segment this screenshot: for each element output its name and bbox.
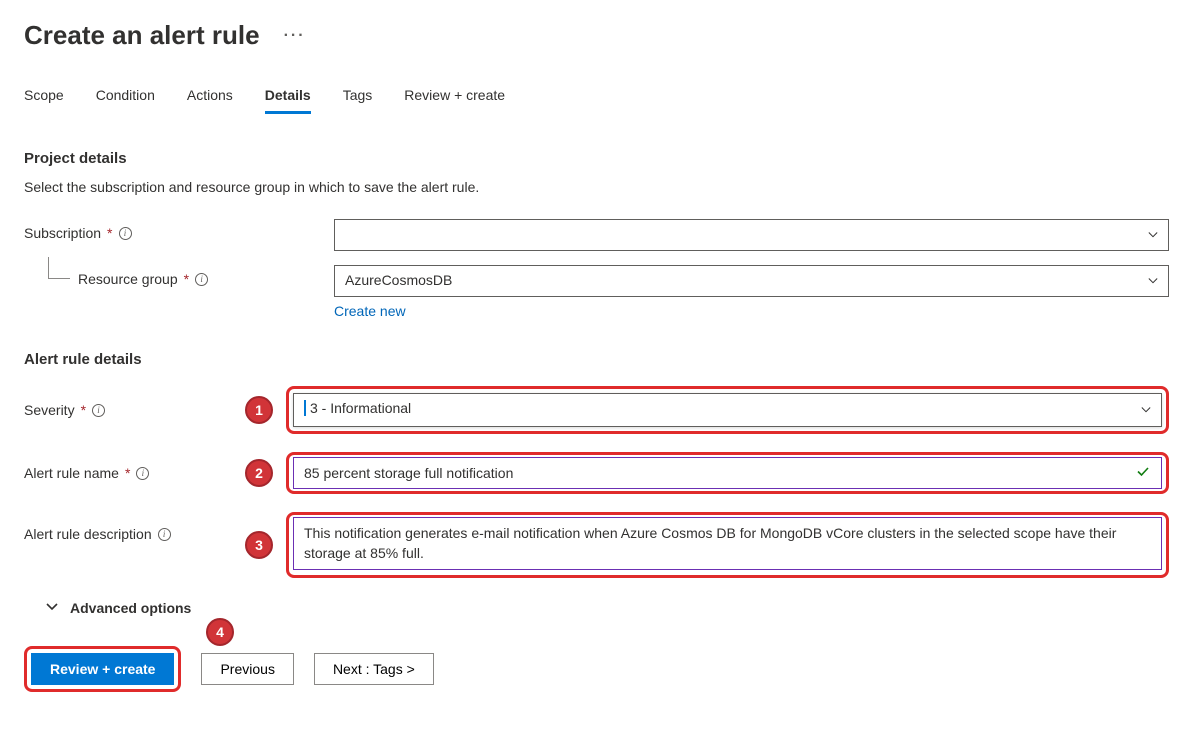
callout-badge-3: 3 [245, 531, 273, 559]
next-tags-button[interactable]: Next : Tags > [314, 653, 434, 685]
advanced-options-label: Advanced options [70, 600, 191, 616]
alert-desc-row: Alert rule description i 3 [24, 512, 1169, 578]
resource-group-row: Resource group * i AzureCosmosDB Create … [24, 265, 1169, 319]
alert-name-control-wrap: 2 [286, 452, 1169, 494]
callout-highlight-2: 2 [286, 452, 1169, 494]
callout-badge-2: 2 [245, 459, 273, 487]
info-icon[interactable]: i [158, 528, 171, 541]
required-marker: * [125, 465, 130, 481]
subscription-row: Subscription * i [24, 219, 1169, 251]
callout-badge-1: 1 [245, 396, 273, 424]
create-new-link[interactable]: Create new [334, 303, 406, 319]
alert-desc-control-wrap: 3 [286, 512, 1169, 578]
required-marker: * [81, 402, 86, 418]
info-icon[interactable]: i [195, 273, 208, 286]
severity-row: Severity * i 1 3 - Informational [24, 386, 1169, 434]
callout-badge-4: 4 [206, 618, 234, 646]
tree-connector-icon [48, 257, 70, 279]
project-details-description: Select the subscription and resource gro… [24, 179, 1169, 195]
tab-details[interactable]: Details [265, 87, 311, 114]
subscription-select-wrap [334, 219, 1169, 251]
tab-review-create[interactable]: Review + create [404, 87, 505, 114]
info-icon[interactable]: i [119, 227, 132, 240]
tab-scope[interactable]: Scope [24, 87, 64, 114]
alert-rule-details-heading: Alert rule details [24, 351, 1169, 368]
footer-bar: Review + create Previous Next : Tags > [24, 646, 1169, 692]
tab-bar: Scope Condition Actions Details Tags Rev… [24, 87, 1169, 114]
info-icon[interactable]: i [92, 404, 105, 417]
chevron-down-icon [46, 600, 58, 616]
tab-tags[interactable]: Tags [343, 87, 373, 114]
severity-label: Severity [24, 402, 75, 418]
page-header: Create an alert rule ··· [24, 20, 1169, 51]
severity-value: 3 - Informational [304, 400, 411, 416]
chevron-down-icon [1148, 276, 1158, 286]
tab-condition[interactable]: Condition [96, 87, 155, 114]
resource-group-label-group: Resource group * i [24, 265, 334, 287]
alert-name-input[interactable] [293, 457, 1162, 489]
resource-group-label: Resource group [78, 271, 178, 287]
chevron-down-icon [1148, 230, 1158, 240]
severity-select[interactable]: 3 - Informational [293, 393, 1162, 427]
severity-control-wrap: 1 3 - Informational [286, 386, 1169, 434]
page-title: Create an alert rule [24, 20, 260, 51]
check-icon [1136, 465, 1150, 482]
callout-highlight-3: 3 [286, 512, 1169, 578]
required-marker: * [184, 271, 189, 287]
required-marker: * [107, 225, 112, 241]
alert-desc-label: Alert rule description [24, 526, 152, 542]
resource-group-select[interactable]: AzureCosmosDB [334, 265, 1169, 297]
review-create-button[interactable]: Review + create [31, 653, 174, 685]
more-actions-icon[interactable]: ··· [284, 27, 306, 45]
chevron-down-icon [1141, 405, 1151, 415]
resource-group-value: AzureCosmosDB [345, 272, 452, 288]
callout-highlight-1: 1 3 - Informational [286, 386, 1169, 434]
alert-desc-textarea[interactable] [293, 517, 1162, 570]
alert-name-label: Alert rule name [24, 465, 119, 481]
resource-group-select-wrap: AzureCosmosDB Create new [334, 265, 1169, 319]
tab-actions[interactable]: Actions [187, 87, 233, 114]
callout-highlight-4: Review + create [24, 646, 181, 692]
project-details-heading: Project details [24, 150, 1169, 167]
alert-name-row: Alert rule name * i 2 [24, 452, 1169, 494]
subscription-label: Subscription [24, 225, 101, 241]
info-icon[interactable]: i [136, 467, 149, 480]
subscription-select[interactable] [334, 219, 1169, 251]
advanced-options-toggle[interactable]: Advanced options 4 [46, 600, 1169, 616]
subscription-label-group: Subscription * i [24, 219, 334, 241]
previous-button[interactable]: Previous [201, 653, 293, 685]
